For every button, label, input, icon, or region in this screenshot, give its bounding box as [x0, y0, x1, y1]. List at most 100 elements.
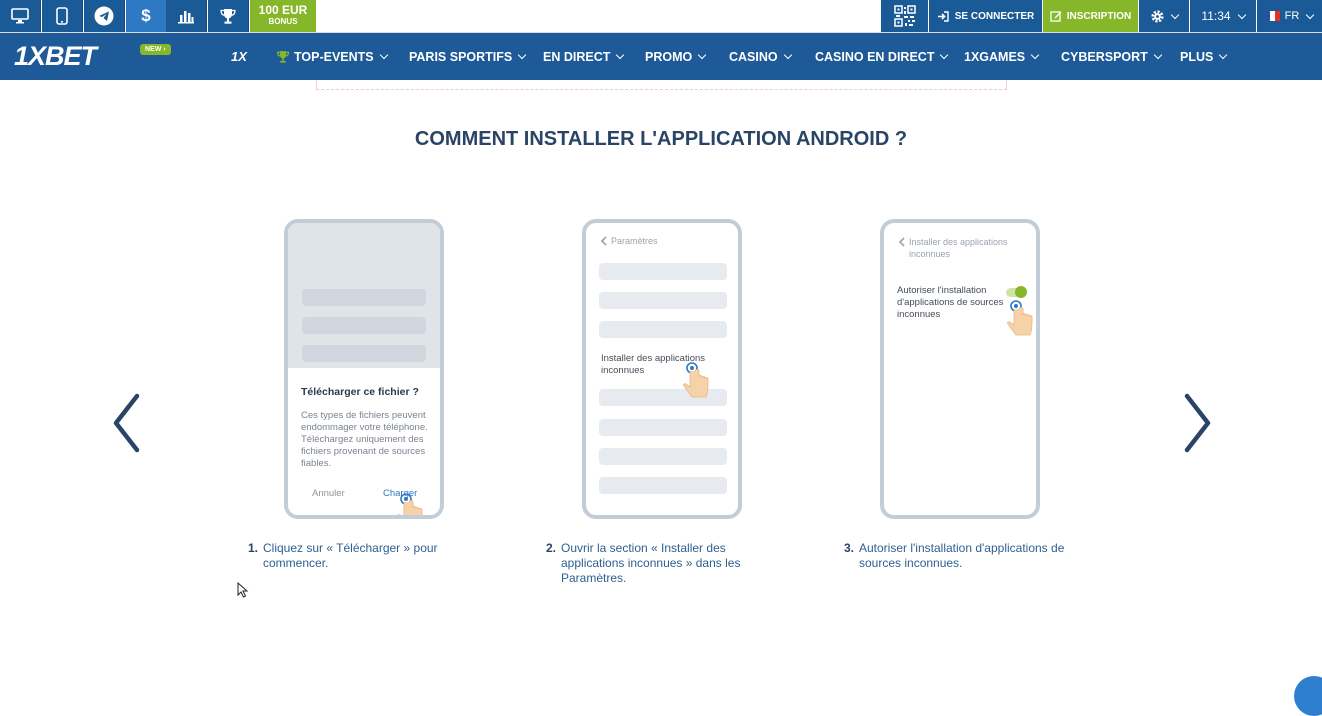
placeholder-bar	[599, 321, 727, 338]
onex-logo[interactable]: 1X	[231, 49, 247, 64]
logo-text: 1XBET	[14, 41, 97, 71]
step-number: 3.	[844, 541, 855, 555]
settings-header: Paramètres	[600, 236, 658, 246]
login-button[interactable]: SE CONNECTER	[929, 0, 1042, 32]
nav-item-en-direct[interactable]: EN DIRECT	[543, 33, 625, 80]
nav-item-label: CASINO EN DIRECT	[815, 49, 935, 64]
bonus-amount: 100 EUR	[258, 3, 308, 17]
chevron-down-icon	[1237, 10, 1246, 19]
main-navigation: 1XBET NEW › 1X TOP-EVENTS PARIS SPORTIFS…	[0, 33, 1322, 80]
chevron-down-icon	[783, 50, 792, 60]
carousel-next-button[interactable]	[1178, 385, 1218, 460]
tap-hand-icon	[397, 493, 423, 515]
chevron-down-icon	[1153, 50, 1163, 60]
language-code: FR	[1284, 10, 1300, 22]
bar-chart-icon	[178, 11, 194, 24]
placeholder-bar	[599, 448, 727, 465]
chevron-down-icon	[379, 50, 388, 60]
telegram-button[interactable]	[84, 0, 125, 32]
mouse-cursor-icon	[237, 582, 249, 598]
placeholder-bar	[302, 345, 426, 362]
clock-dropdown[interactable]: 11:34	[1190, 0, 1256, 32]
unknown-apps-header: Installer des applications inconnues	[898, 236, 1018, 260]
placeholder-bar	[302, 289, 426, 306]
chevron-down-icon	[518, 50, 527, 60]
qr-code-icon	[893, 5, 916, 27]
settings-dropdown[interactable]	[1139, 0, 1189, 32]
chevron-down-icon	[940, 50, 949, 60]
desktop-version-button[interactable]	[0, 0, 41, 32]
telegram-icon	[94, 6, 114, 26]
step-text: Cliquez sur « Télécharger » pour commenc…	[263, 541, 438, 570]
bonus-label: BONUS	[268, 17, 298, 26]
nav-item-cybersport[interactable]: CYBERSPORT	[1061, 33, 1163, 80]
qr-code-button[interactable]	[881, 0, 928, 32]
desktop-icon	[11, 8, 29, 24]
chevron-down-icon	[697, 50, 707, 60]
trophy-icon	[220, 8, 236, 24]
bonus-banner[interactable]: 100 EUR BONUS	[250, 0, 316, 32]
nav-item-1xgames[interactable]: 1XGAMES	[964, 33, 1040, 80]
dialog-body: Ces types de fichiers peuvent endommager…	[301, 410, 428, 469]
nav-item-paris-sportifs[interactable]: PARIS SPORTIFS	[409, 33, 527, 80]
onex-label: 1X	[231, 49, 247, 64]
step-text: Autoriser l'installation d'applications …	[859, 541, 1065, 570]
allow-unknown-sources-label: Autoriser l'installation d'applications …	[897, 285, 1004, 320]
placeholder-bar	[599, 477, 727, 494]
page-title: COMMENT INSTALLER L'APPLICATION ANDROID …	[414, 128, 908, 150]
chevron-down-icon	[616, 50, 625, 60]
chevron-right-icon	[1184, 393, 1211, 452]
carousel-prev-button[interactable]	[106, 385, 146, 460]
clock-time: 11:34	[1201, 9, 1231, 23]
nav-item-label: CASINO	[729, 49, 778, 64]
nav-item-label: PLUS	[1180, 49, 1214, 64]
statistics-button[interactable]	[166, 0, 207, 32]
logo[interactable]: 1XBET	[14, 41, 97, 72]
mobile-icon	[56, 7, 68, 25]
dollar-icon: $	[141, 6, 151, 25]
placeholder-bar	[599, 292, 727, 309]
step-2-caption: 2. Ouvrir la section « Installer des app…	[546, 541, 766, 586]
french-flag-icon	[1265, 11, 1280, 21]
nav-item-casino-en-direct[interactable]: CASINO EN DIRECT	[815, 33, 949, 80]
back-arrow-icon	[600, 236, 607, 246]
dialog-title: Télécharger ce fichier ?	[301, 386, 419, 398]
nav-item-label: EN DIRECT	[543, 49, 611, 64]
step-number: 2.	[546, 541, 557, 555]
placeholder-bar	[599, 419, 727, 436]
register-button[interactable]: INSCRIPTION	[1043, 0, 1138, 32]
download-dialog: Télécharger ce fichier ? Ces types de fi…	[288, 368, 440, 515]
mobile-version-button[interactable]	[42, 0, 83, 32]
chat-support-button[interactable]	[1294, 676, 1322, 716]
nav-item-plus[interactable]: PLUS	[1180, 33, 1228, 80]
unknown-apps-header-label: Installer des applications inconnues	[909, 237, 1008, 259]
currency-button[interactable]: $	[126, 0, 167, 32]
nav-item-top-events[interactable]: TOP-EVENTS	[276, 33, 388, 80]
sign-in-icon	[937, 10, 949, 22]
dialog-cancel: Annuler	[312, 488, 345, 499]
chevron-down-icon	[1170, 10, 1180, 19]
language-dropdown[interactable]: FR	[1257, 0, 1322, 32]
phone-illustration-step-1: Télécharger ce fichier ? Ces types de fi…	[284, 219, 444, 519]
nav-item-label: PROMO	[645, 49, 693, 64]
chevron-down-icon	[1219, 50, 1228, 60]
nav-item-promo[interactable]: PROMO	[645, 33, 707, 80]
register-label: INSCRIPTION	[1066, 10, 1132, 22]
chevron-left-icon	[113, 393, 140, 452]
trophy-icon	[276, 50, 290, 63]
new-badge: NEW ›	[140, 44, 171, 55]
settings-header-label: Paramètres	[611, 236, 658, 246]
nav-item-label: CYBERSPORT	[1061, 49, 1148, 64]
gear-icon	[1151, 9, 1164, 23]
nav-item-casino[interactable]: CASINO	[729, 33, 792, 80]
nav-item-label: TOP-EVENTS	[294, 49, 374, 64]
chevron-down-icon	[1030, 50, 1040, 60]
nav-item-label: PARIS SPORTIFS	[409, 49, 513, 64]
chevron-down-icon	[1306, 10, 1315, 19]
toggle-knob	[1015, 286, 1027, 298]
login-label: SE CONNECTER	[954, 10, 1035, 22]
allow-toggle	[1006, 286, 1027, 298]
top-utility-bar: $ 100 EUR BONUS SE CONNECTER INSCRIPTION…	[0, 0, 1322, 33]
results-button[interactable]	[208, 0, 249, 32]
nav-item-label: 1XGAMES	[964, 49, 1026, 64]
